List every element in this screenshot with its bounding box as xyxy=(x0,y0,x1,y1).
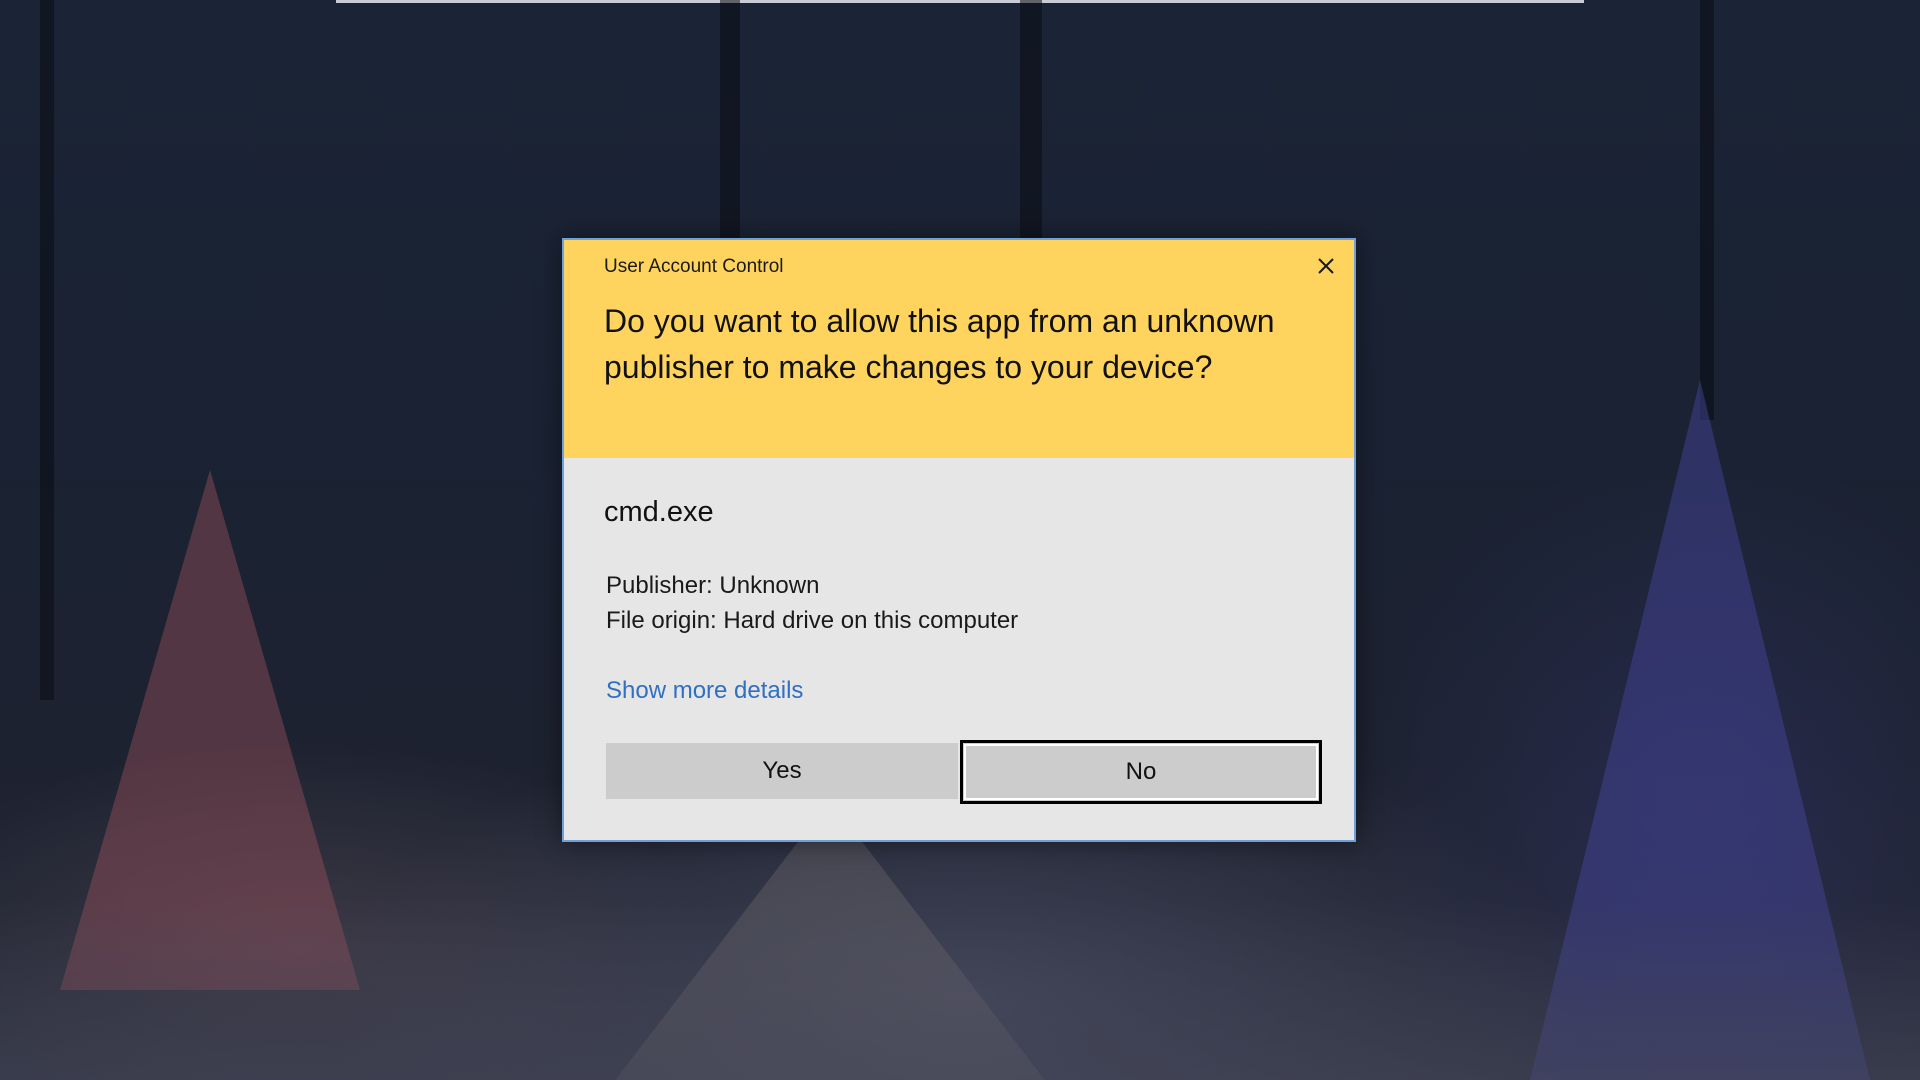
dialog-title: User Account Control xyxy=(604,256,784,277)
publisher-text: Publisher: Unknown xyxy=(606,572,820,599)
uac-header: User Account Control Do you want to allo… xyxy=(564,240,1354,458)
snow-ground xyxy=(0,900,1920,1080)
show-more-details-link[interactable]: Show more details xyxy=(606,677,803,705)
file-origin-text: File origin: Hard drive on this computer xyxy=(606,607,1019,634)
tree-trunk xyxy=(720,0,740,260)
yes-button[interactable]: Yes xyxy=(606,743,958,799)
no-button[interactable]: No xyxy=(960,740,1322,804)
uac-dialog: User Account Control Do you want to allo… xyxy=(562,238,1356,842)
tree-trunk xyxy=(1020,0,1042,240)
tree-trunk xyxy=(1700,0,1714,420)
app-name: cmd.exe xyxy=(604,496,714,528)
tree-trunk xyxy=(40,0,54,700)
top-window-edge xyxy=(336,0,1584,3)
close-icon xyxy=(1310,250,1342,282)
close-button[interactable] xyxy=(1310,250,1342,282)
dialog-question: Do you want to allow this app from an un… xyxy=(604,303,1275,385)
